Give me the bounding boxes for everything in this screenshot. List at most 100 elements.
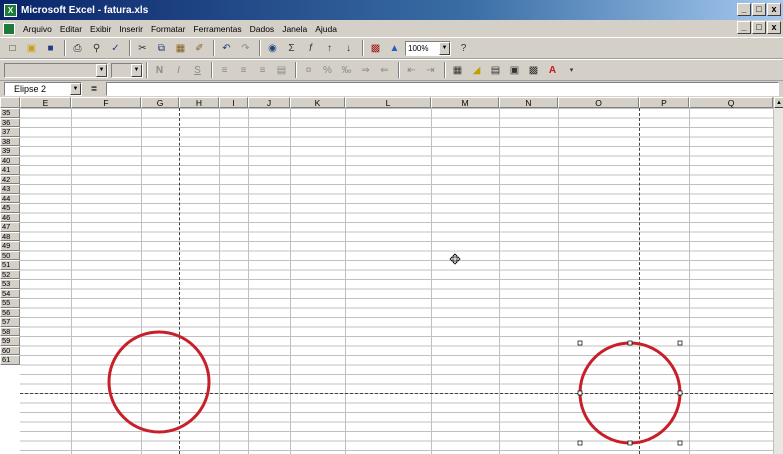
toolbar-options-icon[interactable]: ▾ — [563, 62, 580, 79]
hyperlink-icon[interactable]: ◉ — [264, 40, 281, 57]
undo-icon[interactable]: ↶ — [218, 40, 235, 57]
scroll-up-icon[interactable]: ▲ — [774, 97, 783, 108]
row-header-49[interactable]: 49 — [0, 241, 20, 251]
zoom-select[interactable]: 100% ▼ — [405, 40, 451, 56]
row-header-59[interactable]: 59 — [0, 336, 20, 346]
select-all-corner[interactable] — [0, 97, 20, 108]
underline-icon[interactable]: S — [189, 62, 206, 79]
chevron-down-icon[interactable]: ▼ — [131, 63, 142, 77]
paste-icon[interactable]: ▦ — [172, 40, 189, 57]
italic-icon[interactable]: I — [170, 62, 187, 79]
column-header-e[interactable]: E — [20, 97, 71, 108]
chevron-down-icon[interactable]: ▼ — [439, 41, 450, 55]
row-header-40[interactable]: 40 — [0, 155, 20, 165]
increase-decimal-icon[interactable]: ⇒ — [357, 62, 374, 79]
column-header-h[interactable]: H — [179, 97, 219, 108]
fill-color-icon[interactable]: ◢ — [468, 62, 485, 79]
row-header-36[interactable]: 36 — [0, 117, 20, 127]
menu-exibir[interactable]: Exibir — [86, 24, 115, 34]
column-header-m[interactable]: M — [431, 97, 499, 108]
row-header-42[interactable]: 42 — [0, 174, 20, 184]
sort-ascending-icon[interactable]: ↑ — [321, 40, 338, 57]
name-box[interactable]: Elipse 2 ▼ — [4, 82, 82, 96]
column-header-l[interactable]: L — [345, 97, 431, 108]
menu-editar[interactable]: Editar — [56, 24, 86, 34]
autosum-icon[interactable]: Σ — [283, 40, 300, 57]
row-header-45[interactable]: 45 — [0, 203, 20, 213]
align-right-icon[interactable]: ≡ — [254, 62, 271, 79]
close-button[interactable]: x — [767, 3, 781, 16]
maximize-button[interactable]: □ — [752, 3, 766, 16]
column-header-j[interactable]: J — [248, 97, 290, 108]
cut-icon[interactable]: ✂ — [134, 40, 151, 57]
border-style-icon[interactable]: ▤ — [487, 62, 504, 79]
menu-ferramentas[interactable]: Ferramentas — [189, 24, 245, 34]
function-icon[interactable]: f — [302, 40, 319, 57]
chart-wizard-icon[interactable]: ▩ — [367, 40, 384, 57]
worksheet-grid[interactable]: E F G H I J K L M N O P Q 35 36 37 38 39… — [0, 97, 783, 454]
row-header-50[interactable]: 50 — [0, 250, 20, 260]
drawing-icon[interactable]: ▲ — [386, 40, 403, 57]
font-select[interactable]: ▼ — [4, 62, 108, 78]
decrease-decimal-icon[interactable]: ⇐ — [376, 62, 393, 79]
doc-minimize-button[interactable]: _ — [737, 21, 751, 34]
workbook-icon[interactable] — [3, 22, 15, 35]
row-header-55[interactable]: 55 — [0, 298, 20, 308]
new-icon[interactable]: □ — [4, 40, 21, 57]
column-header-f[interactable]: F — [71, 97, 141, 108]
row-header-46[interactable]: 46 — [0, 212, 20, 222]
row-header-48[interactable]: 48 — [0, 231, 20, 241]
spelling-icon[interactable]: ✓ — [107, 40, 124, 57]
align-center-icon[interactable]: ≡ — [235, 62, 252, 79]
help-icon[interactable]: ? — [455, 40, 472, 57]
merge-center-icon[interactable]: ▤ — [273, 62, 290, 79]
row-header-60[interactable]: 60 — [0, 345, 20, 355]
column-header-o[interactable]: O — [558, 97, 639, 108]
redo-icon[interactable]: ↷ — [237, 40, 254, 57]
row-header-58[interactable]: 58 — [0, 326, 20, 336]
doc-restore-button[interactable]: □ — [752, 21, 766, 34]
doc-close-button[interactable]: x — [767, 21, 781, 34]
print-preview-icon[interactable]: ⚲ — [88, 40, 105, 57]
row-header-54[interactable]: 54 — [0, 288, 20, 298]
column-header-q[interactable]: Q — [689, 97, 773, 108]
equals-icon[interactable]: = — [82, 84, 106, 95]
column-header-p[interactable]: P — [639, 97, 689, 108]
shadow-icon[interactable]: ▣ — [506, 62, 523, 79]
format-painter-icon[interactable]: ✐ — [191, 40, 208, 57]
print-icon[interactable]: ⎙ — [69, 40, 86, 57]
menu-arquivo[interactable]: Arquivo — [19, 24, 56, 34]
increase-indent-icon[interactable]: ⇥ — [422, 62, 439, 79]
row-header-56[interactable]: 56 — [0, 307, 20, 317]
row-header-37[interactable]: 37 — [0, 127, 20, 137]
row-header-43[interactable]: 43 — [0, 184, 20, 194]
row-header-41[interactable]: 41 — [0, 165, 20, 175]
currency-icon[interactable]: ¤ — [300, 62, 317, 79]
row-header-35[interactable]: 35 — [0, 108, 20, 118]
menu-ajuda[interactable]: Ajuda — [311, 24, 341, 34]
align-left-icon[interactable]: ≡ — [216, 62, 233, 79]
row-header-53[interactable]: 53 — [0, 279, 20, 289]
column-header-k[interactable]: K — [290, 97, 345, 108]
3d-icon[interactable]: ▩ — [525, 62, 542, 79]
row-header-38[interactable]: 38 — [0, 136, 20, 146]
row-header-52[interactable]: 52 — [0, 269, 20, 279]
sort-descending-icon[interactable]: ↓ — [340, 40, 357, 57]
chevron-down-icon[interactable]: ▼ — [96, 63, 107, 77]
column-header-n[interactable]: N — [499, 97, 558, 108]
menu-dados[interactable]: Dados — [246, 24, 279, 34]
decrease-indent-icon[interactable]: ⇤ — [403, 62, 420, 79]
column-header-i[interactable]: I — [219, 97, 248, 108]
formula-input[interactable] — [106, 82, 779, 96]
bold-icon[interactable]: N — [151, 62, 168, 79]
cell-area[interactable] — [20, 108, 783, 454]
font-color-icon[interactable]: A — [544, 62, 561, 79]
save-icon[interactable]: ■ — [42, 40, 59, 57]
row-header-44[interactable]: 44 — [0, 193, 20, 203]
font-size-select[interactable]: ▼ — [111, 62, 143, 78]
thousands-icon[interactable]: ‰ — [338, 62, 355, 79]
borders-icon[interactable]: ▦ — [449, 62, 466, 79]
vertical-scrollbar[interactable]: ▲ — [773, 97, 783, 454]
open-icon[interactable]: ▣ — [23, 40, 40, 57]
menu-inserir[interactable]: Inserir — [115, 24, 147, 34]
